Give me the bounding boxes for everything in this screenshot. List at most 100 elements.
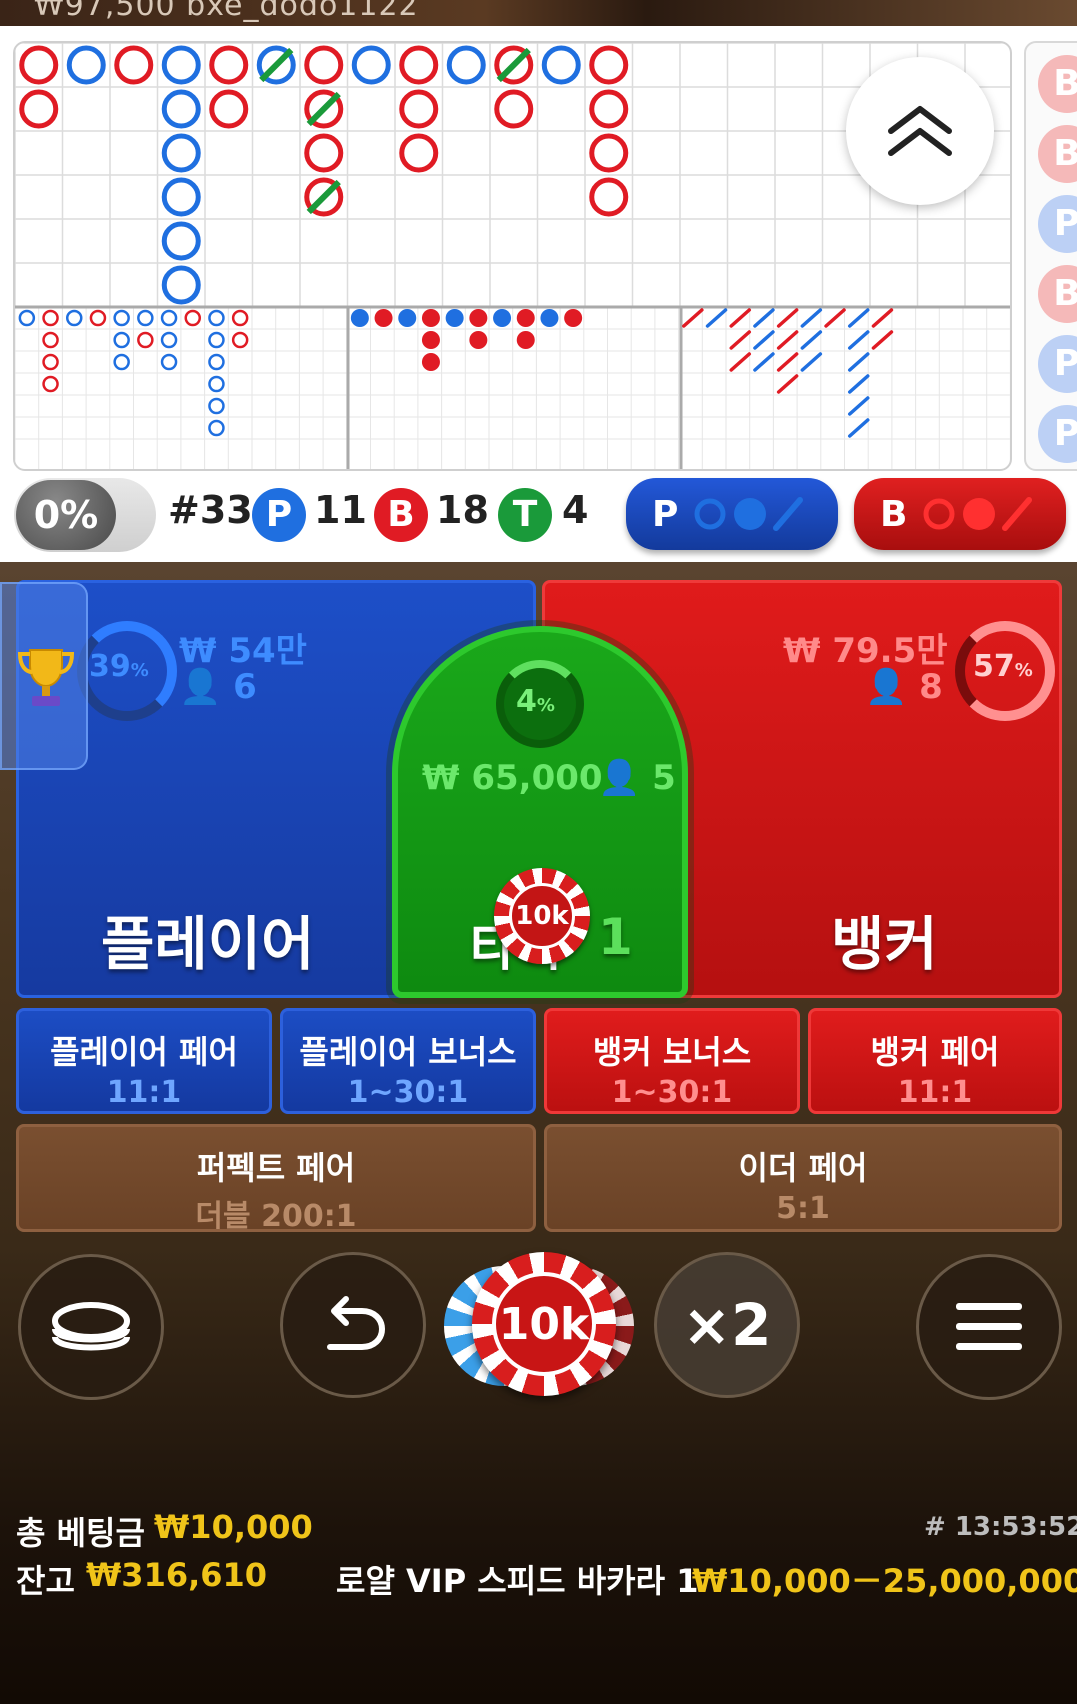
banker-percent: 57% — [973, 649, 1033, 684]
big-road-marker — [209, 89, 249, 129]
predict-icons — [694, 497, 804, 531]
player-percent: 39% — [89, 649, 149, 684]
selected-chip-value: 10k — [492, 1272, 596, 1376]
tie-user-count: 👤 5 — [598, 758, 676, 798]
big-eye-marker — [42, 375, 59, 393]
player-label: 플레이어 — [101, 910, 315, 978]
banker-bonus-button[interactable]: 뱅커 보너스 1~30:1 — [544, 1008, 800, 1114]
big-road-marker — [589, 45, 629, 85]
hamburger-menu-icon — [956, 1303, 1022, 1350]
big-road-marker — [589, 177, 629, 217]
chip-stack-button[interactable] — [18, 1254, 164, 1400]
big-eye-marker — [208, 309, 225, 327]
player-bonus-button[interactable]: 플레이어 보너스 1~30:1 — [280, 1008, 536, 1114]
player-count-badge: P — [252, 488, 306, 542]
big-eye-marker — [208, 419, 225, 437]
big-road-marker — [161, 89, 201, 129]
tie-bet-amount: ₩ 65,000 — [422, 758, 603, 798]
big-eye-marker — [89, 309, 107, 327]
big-road-marker — [304, 133, 344, 173]
big-road-marker — [541, 45, 581, 85]
big-road-marker — [399, 45, 439, 85]
cockroach-marker — [753, 330, 775, 350]
banker-pair-odds: 11:1 — [897, 1075, 973, 1110]
cockroach-marker — [705, 308, 728, 328]
small-road-marker — [469, 331, 488, 349]
big-eye-marker — [208, 375, 225, 393]
cockroach-marker — [776, 374, 799, 394]
big-road-marker — [351, 45, 391, 85]
player-info-text: ₩97,500 bxe_dodo1122 — [34, 0, 419, 23]
player-predict-button[interactable]: P — [626, 478, 838, 550]
big-eye-marker — [42, 309, 59, 327]
collapse-roadmap-button[interactable] — [846, 57, 994, 205]
cockroach-marker — [729, 352, 751, 372]
small-road-marker — [493, 309, 512, 327]
big-eye-marker — [42, 353, 59, 371]
perfect-pair-label: 퍼펙트 페어 — [196, 1149, 356, 1187]
placed-chip[interactable]: 10k — [494, 868, 590, 964]
undo-button[interactable] — [280, 1252, 426, 1398]
big-road-marker — [161, 45, 201, 85]
banker-predict-button[interactable]: B — [854, 478, 1066, 550]
player-pair-button[interactable]: 플레이어 페어 11:1 — [16, 1008, 272, 1114]
small-road-marker — [516, 331, 535, 349]
big-eye-marker — [113, 353, 130, 371]
percent-toggle[interactable]: 0% — [14, 478, 156, 552]
big-eye-marker — [208, 331, 225, 349]
big-eye-marker — [160, 309, 178, 327]
bead-road-side-panel: B B P B P P — [1024, 41, 1077, 471]
big-road-marker — [589, 89, 629, 129]
cockroach-marker — [800, 308, 823, 328]
trophy-icon — [17, 649, 75, 706]
big-eye-marker — [66, 309, 83, 327]
either-pair-button[interactable]: 이더 페어 5:1 — [544, 1124, 1062, 1232]
big-eye-marker — [137, 309, 154, 327]
perfect-pair-button[interactable]: 퍼펙트 페어 더블 200:1 — [16, 1124, 536, 1234]
placed-chip-value: 10k — [509, 883, 575, 949]
small-road-marker — [516, 309, 535, 327]
betting-area: 39% ₩ 54만 👤 6 플레이어 ₩ 79.5만 👤 8 57% 뱅커 4%… — [0, 562, 1077, 1704]
side-bead: P — [1038, 335, 1077, 393]
big-road-marker — [494, 89, 534, 129]
balance-label: 잔고 — [16, 1562, 75, 1600]
big-road-marker — [19, 89, 59, 129]
big-road-marker — [209, 45, 249, 85]
banker-pair-button[interactable]: 뱅커 페어 11:1 — [808, 1008, 1062, 1114]
predict-icons — [923, 497, 1033, 531]
either-pair-label: 이더 페어 — [738, 1149, 868, 1187]
big-eye-marker — [231, 309, 249, 327]
cockroach-marker — [729, 308, 751, 328]
player-bet-amount: ₩ 54만 — [179, 631, 307, 671]
tie-odds-suffix: 1 — [598, 908, 633, 966]
small-road-marker — [374, 309, 393, 327]
cockroach-marker — [871, 308, 894, 328]
round-number: #33 — [168, 488, 253, 532]
big-eye-marker — [208, 353, 225, 371]
video-strip: ₩97,500 bxe_dodo1122 — [0, 0, 1077, 26]
predict-banker-label: B — [880, 493, 908, 535]
banker-label: 뱅커 — [831, 910, 938, 978]
chip-selector[interactable]: 10k — [444, 1248, 634, 1398]
total-bet-label: 총 베팅금 — [16, 1514, 145, 1552]
table-name: 로얄 VIP 스피드 바카라 1 — [336, 1562, 699, 1600]
menu-button[interactable] — [916, 1254, 1062, 1400]
cockroach-marker — [848, 418, 870, 438]
cockroach-marker — [682, 308, 704, 328]
big-road-marker — [161, 221, 201, 261]
big-road-marker — [161, 133, 201, 173]
cockroach-marker — [848, 352, 870, 372]
side-bead: P — [1038, 195, 1077, 253]
trophy-tab[interactable] — [0, 582, 88, 770]
tie-bet-area[interactable]: 4% ₩ 65,000 👤 5 타이 1 10k — [392, 626, 688, 998]
big-eye-marker — [184, 309, 201, 327]
big-road-marker — [114, 45, 154, 85]
player-count: 11 — [314, 488, 367, 532]
big-eye-marker — [18, 309, 36, 327]
cockroach-marker — [800, 352, 823, 372]
small-road-marker — [398, 309, 417, 327]
big-eye-marker — [137, 331, 154, 349]
double-bet-button[interactable]: ×2 — [654, 1252, 800, 1398]
banker-pair-label: 뱅커 페어 — [870, 1033, 1000, 1071]
cockroach-marker — [848, 396, 870, 416]
